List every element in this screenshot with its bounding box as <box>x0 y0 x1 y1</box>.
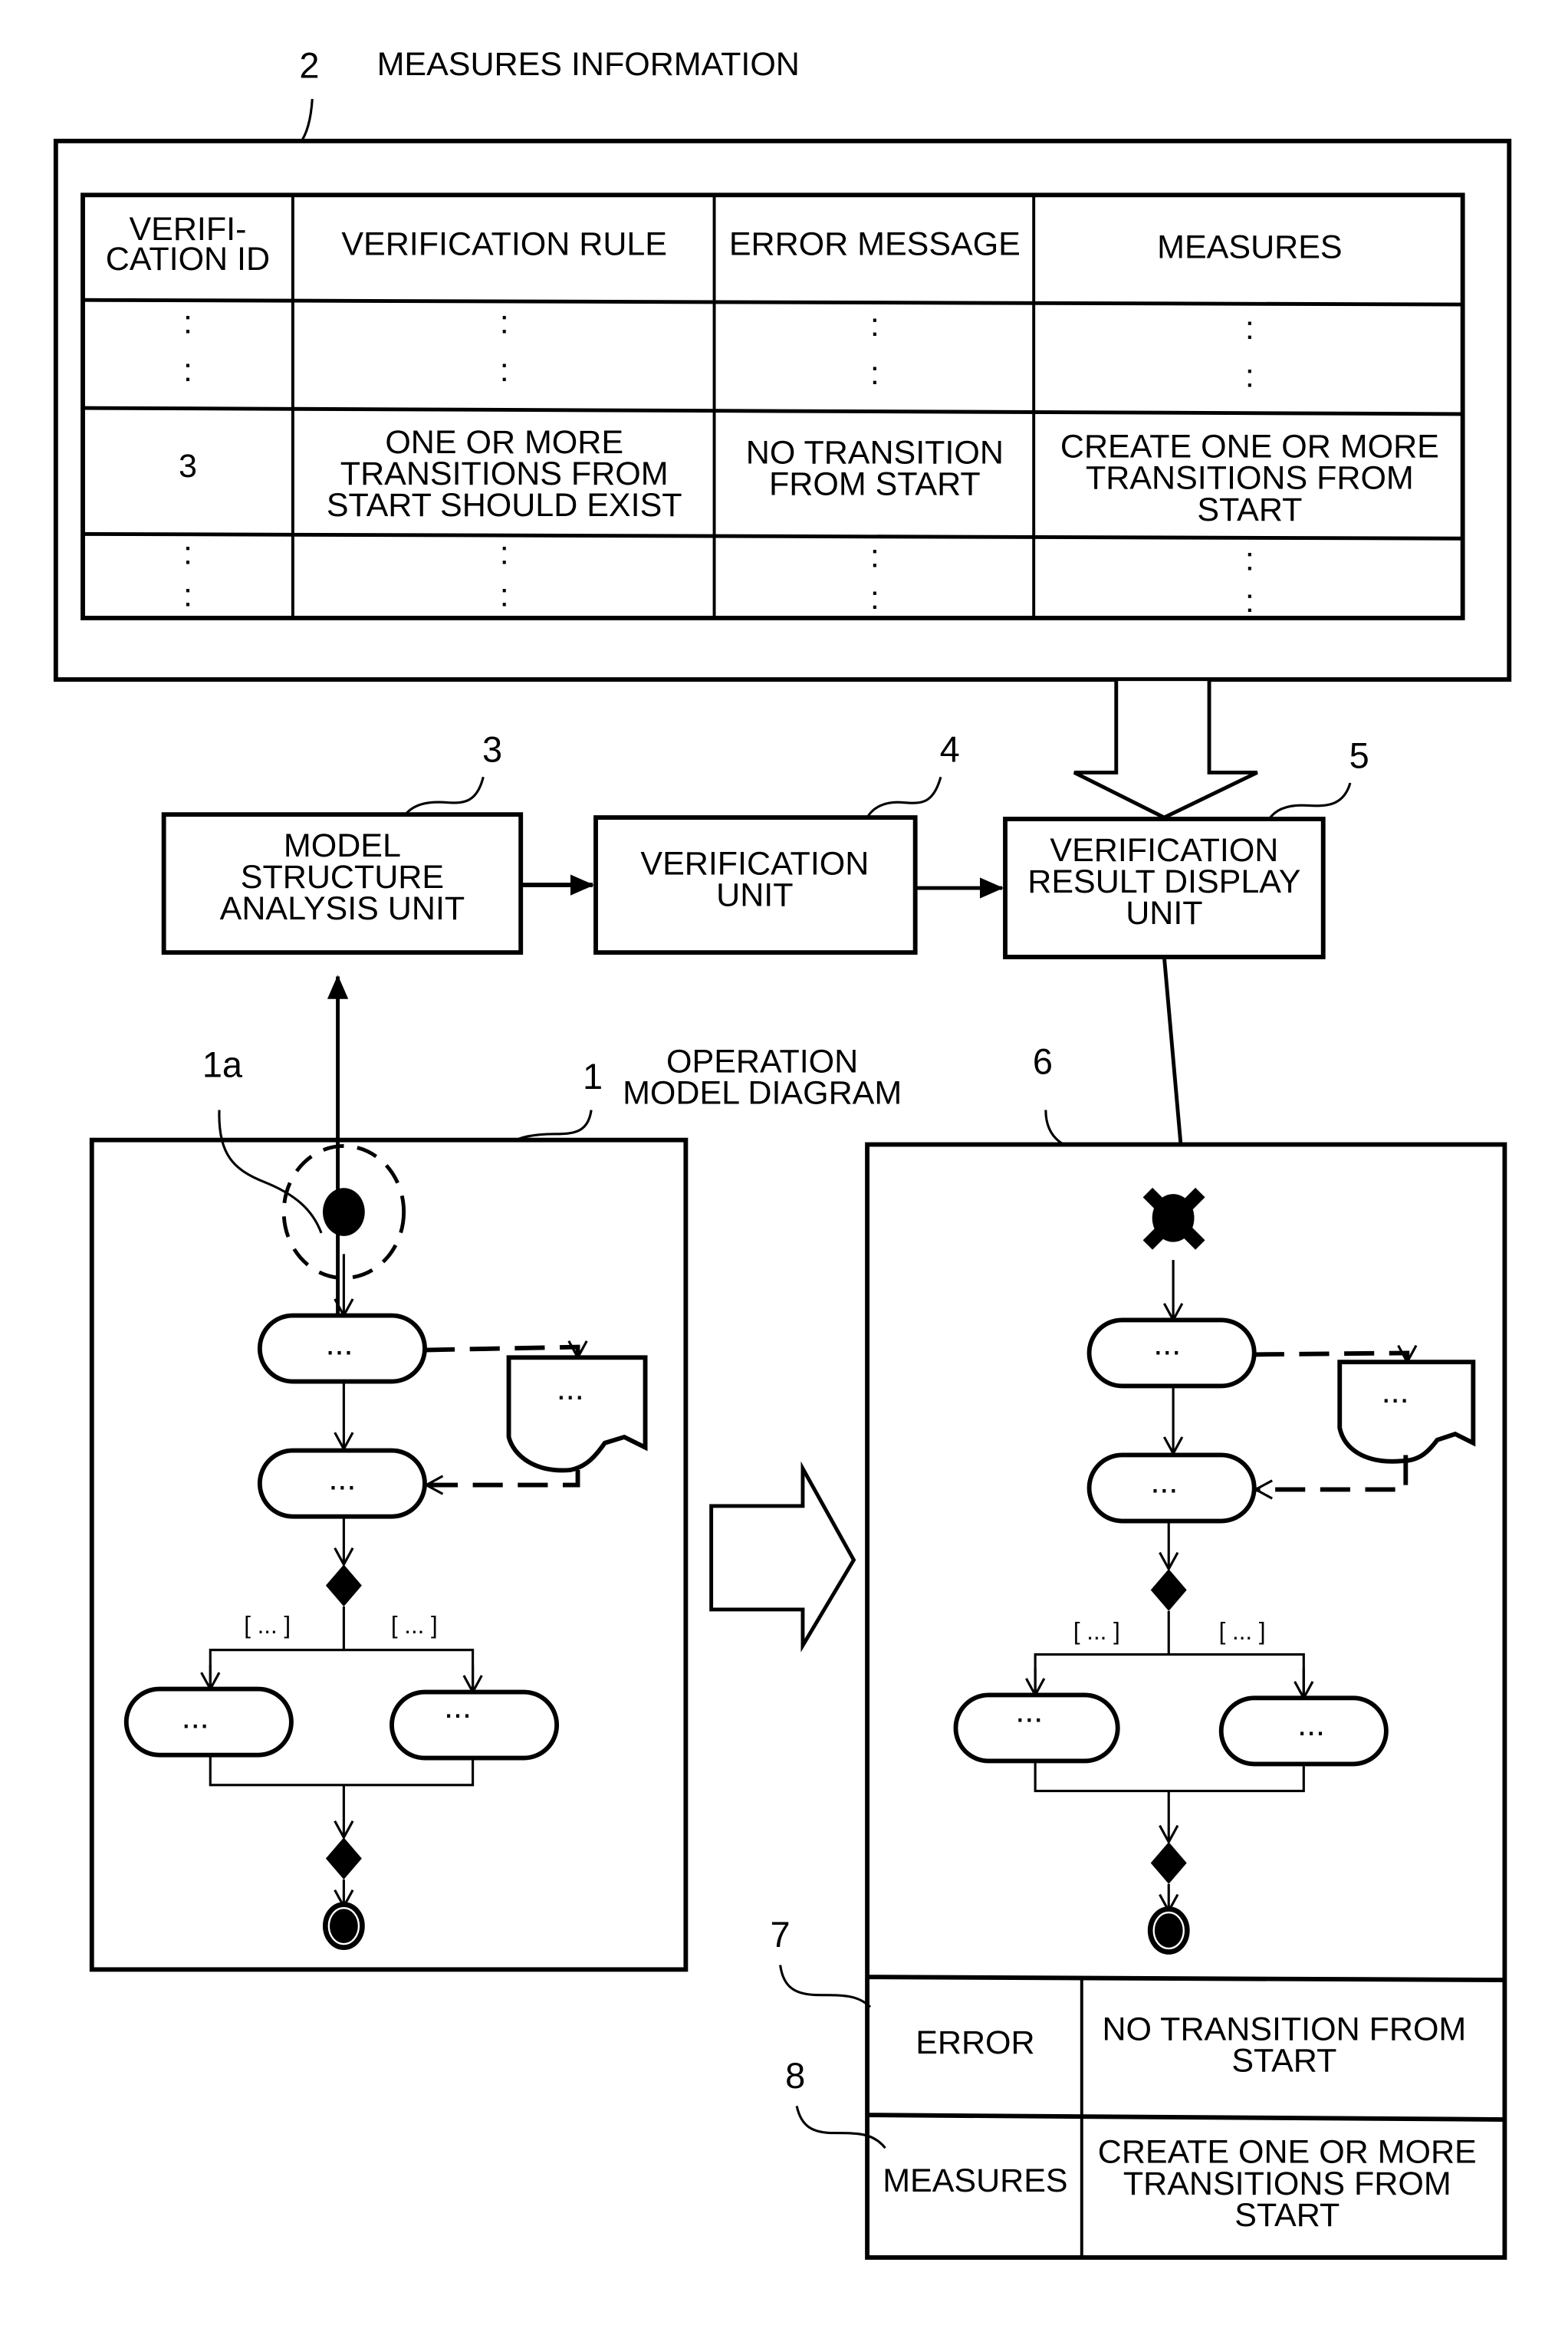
action-node[interactable]: ... <box>1086 1452 1257 1524</box>
error-label: ERROR <box>915 2024 1034 2061</box>
ellipsis: : <box>870 307 879 344</box>
object-node-text: ... <box>1382 1373 1409 1410</box>
ellipsis: : <box>183 352 192 389</box>
operation-model-diagram: ... ... ... [ ... ] [ ... ] ... ... <box>89 975 689 1972</box>
ref-6: 6 <box>1033 1042 1053 1082</box>
ref-3-leader <box>404 776 485 816</box>
ref-3: 3 <box>482 730 502 770</box>
operation-model-title-2: MODEL DIAGRAM <box>623 1075 902 1112</box>
cell-error-2: FROM START <box>769 466 981 503</box>
ellipsis: : <box>183 304 192 340</box>
final-node-icon[interactable] <box>1147 1906 1190 1955</box>
ellipsis: : <box>500 577 509 613</box>
ref-1: 1 <box>583 1057 603 1097</box>
action-node[interactable]: ... <box>390 1689 560 1761</box>
ref-7: 7 <box>771 1915 791 1955</box>
ref-8: 8 <box>785 2056 805 2096</box>
unit-3-line3: ANALYSIS UNIT <box>220 890 465 927</box>
transform-arrow <box>709 1461 856 1652</box>
cell-id: 3 <box>179 448 197 485</box>
error-text-2: START <box>1231 2042 1336 2079</box>
cell-rule-3: START SHOULD EXIST <box>327 487 682 524</box>
cell-measures-3: START <box>1197 492 1302 528</box>
action-node[interactable]: ... <box>953 1692 1120 1764</box>
ref-2: 2 <box>299 46 319 86</box>
node-text: ... <box>328 1460 356 1497</box>
ref-4-leader <box>866 776 942 818</box>
verification-unit[interactable]: VERIFICATION UNIT <box>593 815 918 955</box>
result-view: ... ... ... [ ... ] [ ... ] ... ... ERRO… <box>865 1142 1507 2260</box>
object-node-text: ... <box>557 1370 584 1407</box>
measures-info-title: MEASURES INFORMATION <box>377 46 800 83</box>
ellipsis: : <box>183 535 192 572</box>
node-text: ... <box>1150 1463 1178 1500</box>
node-text: ... <box>326 1325 353 1362</box>
measures-text-3: START <box>1234 2197 1340 2234</box>
col-header-error: ERROR MESSAGE <box>729 226 1021 263</box>
guard-left: [ ... ] <box>1073 1618 1120 1645</box>
node-text: ... <box>444 1689 472 1725</box>
ref-4: 4 <box>940 730 960 770</box>
col-header-id-line2: CATION ID <box>106 241 270 278</box>
col-header-rule: VERIFICATION RULE <box>341 226 667 263</box>
measures-input-arrow <box>1073 681 1258 820</box>
model-structure-analysis-unit[interactable]: MODEL STRUCTURE ANALYSIS UNIT <box>161 812 524 955</box>
ellipsis: : <box>870 355 879 392</box>
action-node[interactable]: ... <box>257 1448 427 1519</box>
guard-left: [ ... ] <box>244 1612 291 1639</box>
unit-4-line2: UNIT <box>716 877 793 914</box>
node-text: ... <box>1015 1693 1043 1730</box>
patent-figure: 2 MEASURES INFORMATION VERIFI- CATION ID… <box>53 46 1512 2260</box>
ellipsis: : <box>183 577 192 613</box>
col-header-measures: MEASURES <box>1157 229 1342 265</box>
unit-5-line3: UNIT <box>1126 895 1202 932</box>
ref-5: 5 <box>1349 736 1369 776</box>
ref-7-leader <box>779 1965 872 2008</box>
ref-5-leader <box>1268 782 1352 820</box>
ref-1a: 1a <box>202 1045 243 1085</box>
ellipsis: : <box>870 538 879 574</box>
measures-label: MEASURES <box>883 2162 1067 2199</box>
ellipsis: : <box>1245 541 1254 577</box>
action-node[interactable]: ... <box>1086 1317 1257 1389</box>
ellipsis: : <box>500 352 509 389</box>
action-node[interactable]: ... <box>1218 1695 1389 1767</box>
ellipsis: : <box>500 535 509 572</box>
guard-right: [ ... ] <box>1219 1618 1266 1645</box>
node-text: ... <box>1297 1706 1325 1743</box>
ellipsis: : <box>870 580 879 617</box>
ellipsis: : <box>500 304 509 340</box>
verification-result-display-unit[interactable]: VERIFICATION RESULT DISPLAY UNIT <box>1003 817 1326 959</box>
guard-right: [ ... ] <box>391 1612 438 1639</box>
ellipsis: : <box>1245 310 1254 347</box>
final-node-icon[interactable] <box>322 1902 365 1950</box>
node-text: ... <box>1153 1325 1181 1362</box>
ellipsis: : <box>1245 358 1254 395</box>
start-node-icon[interactable] <box>322 1188 365 1236</box>
ellipsis: : <box>1245 583 1254 620</box>
node-text: ... <box>182 1699 209 1735</box>
action-node[interactable]: ... <box>257 1313 427 1384</box>
error-start-node-icon[interactable] <box>1142 1187 1205 1250</box>
action-node[interactable]: ... <box>123 1686 294 1758</box>
